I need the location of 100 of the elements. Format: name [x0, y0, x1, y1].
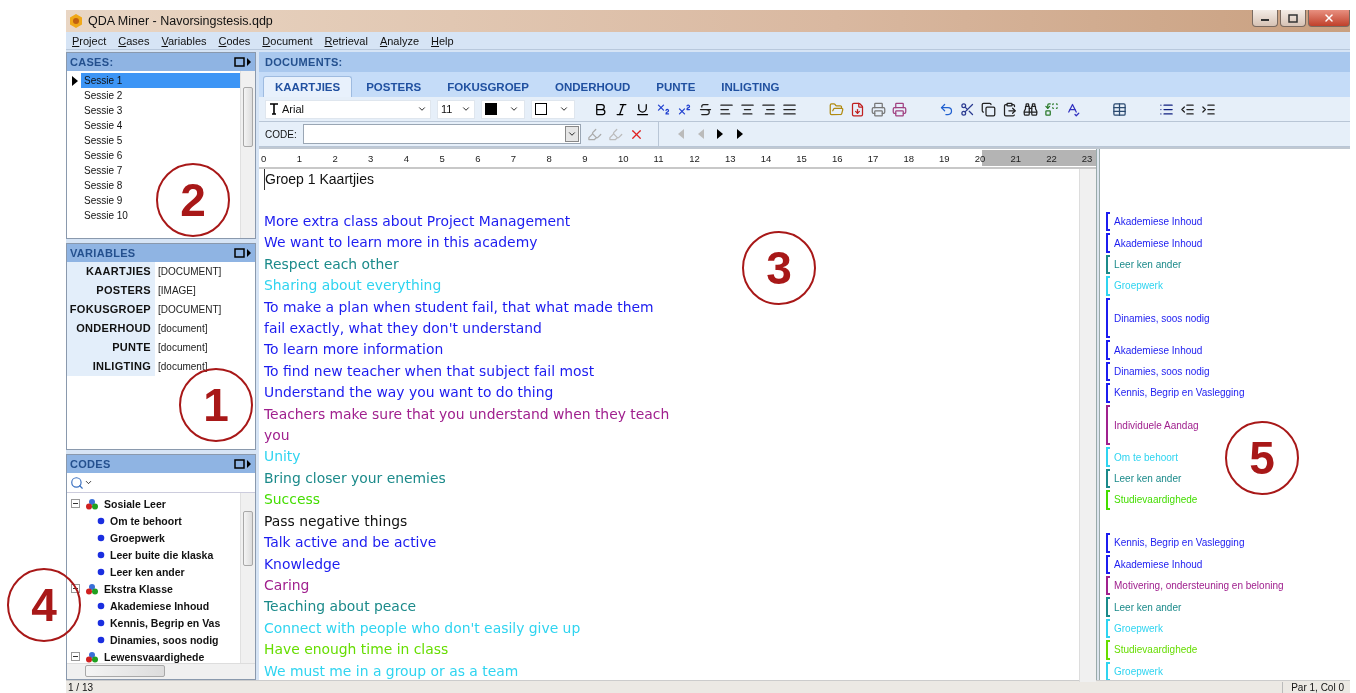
spellcheck-icon[interactable]	[1065, 101, 1080, 117]
outdent-icon[interactable]	[1180, 101, 1195, 117]
ruler-number: 4	[403, 152, 411, 164]
code-tag[interactable]: Motivering, ondersteuning en beloning	[1110, 580, 1284, 592]
align-center-icon[interactable]	[740, 101, 755, 117]
menu-item[interactable]: Help	[425, 34, 460, 47]
bold-icon[interactable]	[593, 101, 608, 117]
subscript-icon[interactable]	[656, 101, 671, 117]
code-category[interactable]: Ekstra Klasse	[104, 582, 173, 595]
code-tag[interactable]: Akademiese Inhoud	[1110, 558, 1203, 570]
case-item[interactable]: Sessie 3	[81, 103, 240, 118]
document-tab[interactable]: INLIGTING	[709, 76, 792, 97]
menu-item[interactable]: Retrieval	[318, 34, 374, 47]
code-category[interactable]: Sosiale Leer	[104, 497, 166, 510]
maximize-button[interactable]	[1280, 10, 1306, 27]
code-tag[interactable]: Kennis, Begrip en Vaslegging	[1110, 537, 1245, 549]
code-tag[interactable]: Akademiese Inhoud	[1110, 344, 1203, 356]
panel-menu-icon[interactable]	[234, 57, 252, 67]
ruler-number: 18	[903, 152, 915, 164]
superscript-icon[interactable]	[677, 101, 692, 117]
strikethrough-icon[interactable]	[698, 101, 713, 117]
font-size-select[interactable]: 11	[437, 99, 475, 119]
document-tab[interactable]: KAARTJIES	[263, 76, 353, 97]
scrollbar[interactable]	[240, 493, 255, 663]
case-item[interactable]: Sessie 4	[81, 118, 240, 133]
list-icon[interactable]	[1159, 101, 1174, 117]
copy-icon[interactable]	[981, 101, 996, 117]
ruler-number: 21	[1010, 152, 1022, 164]
expander-icon[interactable]	[71, 499, 80, 508]
align-left-icon[interactable]	[719, 101, 734, 117]
printer-icon[interactable]	[892, 101, 907, 117]
binoculars-icon[interactable]	[1023, 101, 1038, 117]
code-item[interactable]: Akademiese Inhoud	[110, 599, 210, 612]
undo-icon[interactable]	[939, 101, 954, 117]
code-tag[interactable]: Kennis, Begrip en Vaslegging	[1110, 387, 1245, 399]
font-select[interactable]: Arial	[265, 99, 431, 119]
document-tab[interactable]: POSTERS	[354, 76, 434, 97]
code-item[interactable]: Groepwerk	[110, 531, 165, 544]
scissors-icon[interactable]	[960, 101, 975, 117]
ruler-number: 11	[653, 152, 665, 164]
ruler-number: 0	[261, 152, 268, 164]
ruler-number: 22	[1046, 152, 1058, 164]
document-paragraph: Understand the way you want to do thing	[263, 383, 555, 403]
menu-item[interactable]: Analyze	[373, 34, 426, 47]
case-item[interactable]: Sessie 2	[81, 88, 240, 103]
case-item[interactable]: Sessie 6	[81, 148, 240, 163]
code-dot-icon	[97, 550, 105, 559]
replace-icon[interactable]	[1044, 101, 1059, 117]
ruler-number: 3	[368, 152, 375, 164]
save-icon[interactable]	[850, 101, 865, 117]
code-tag[interactable]: Akademiese Inhoud	[1110, 216, 1203, 228]
background-color-select[interactable]	[531, 99, 575, 119]
minimize-button[interactable]	[1252, 10, 1278, 27]
printer-icon[interactable]	[871, 101, 886, 117]
document-tab[interactable]: PUNTE	[644, 76, 708, 97]
underline-icon[interactable]	[635, 101, 650, 117]
code-tag[interactable]: Individuele Aandag	[1110, 419, 1199, 431]
code-tag[interactable]: Akademiese Inhoud	[1110, 237, 1203, 249]
menu-item[interactable]: Document	[256, 34, 319, 47]
code-item[interactable]: Dinamies, soos nodig	[110, 633, 219, 646]
panel-menu-icon[interactable]	[234, 459, 252, 469]
code-item[interactable]: Leer ken ander	[110, 565, 185, 578]
expander-icon[interactable]	[71, 652, 80, 661]
code-tag[interactable]: Leer ken ander	[1110, 473, 1182, 485]
text-color-select[interactable]	[481, 99, 525, 119]
document-paragraph: Talk active and be active	[263, 533, 438, 553]
scrollbar[interactable]	[1079, 169, 1096, 682]
code-item[interactable]: Leer buite die klaska	[110, 548, 214, 561]
align-right-icon[interactable]	[761, 101, 776, 117]
code-category-icon	[85, 650, 99, 663]
code-item[interactable]: Kennis, Begrip en Vas	[110, 616, 221, 629]
document-paragraph: We must me in a group or as a team	[263, 661, 520, 681]
scrollbar[interactable]	[67, 663, 255, 679]
dropdown-button[interactable]	[564, 126, 579, 142]
panel-menu-icon[interactable]	[234, 248, 252, 258]
code-item[interactable]: Om te behoort	[110, 514, 182, 527]
scrollbar[interactable]	[240, 71, 255, 238]
document-tab[interactable]: FOKUSGROEP	[435, 76, 541, 97]
code-tag[interactable]: Dinamies, soos nodig	[1110, 312, 1210, 324]
ruler-number: 9	[582, 152, 589, 164]
paste-icon[interactable]	[1002, 101, 1017, 117]
case-item[interactable]: Sessie 1	[81, 73, 240, 88]
menu-item[interactable]: Variables	[155, 34, 213, 47]
menu-item[interactable]: Codes	[212, 34, 257, 47]
italic-icon[interactable]	[614, 101, 629, 117]
case-item[interactable]: Sessie 5	[81, 133, 240, 148]
document-tab[interactable]: ONDERHOUD	[542, 76, 643, 97]
code-tag[interactable]: Dinamies, soos nodig	[1110, 366, 1210, 378]
align-justify-icon[interactable]	[782, 101, 797, 117]
code-category[interactable]: Lewensvaardighede	[104, 650, 205, 663]
table-icon[interactable]	[1112, 101, 1127, 117]
indent-icon[interactable]	[1201, 101, 1216, 117]
menu-item[interactable]: Cases	[112, 34, 156, 47]
expander-icon[interactable]	[71, 584, 80, 593]
code-tag[interactable]: Leer ken ander	[1110, 601, 1182, 613]
code-tag[interactable]: Leer ken ander	[1110, 259, 1182, 270]
close-button[interactable]	[1308, 10, 1350, 27]
search-icon[interactable]	[70, 475, 93, 490]
menu-item[interactable]: Project	[66, 34, 113, 47]
folder-icon[interactable]	[829, 101, 844, 117]
